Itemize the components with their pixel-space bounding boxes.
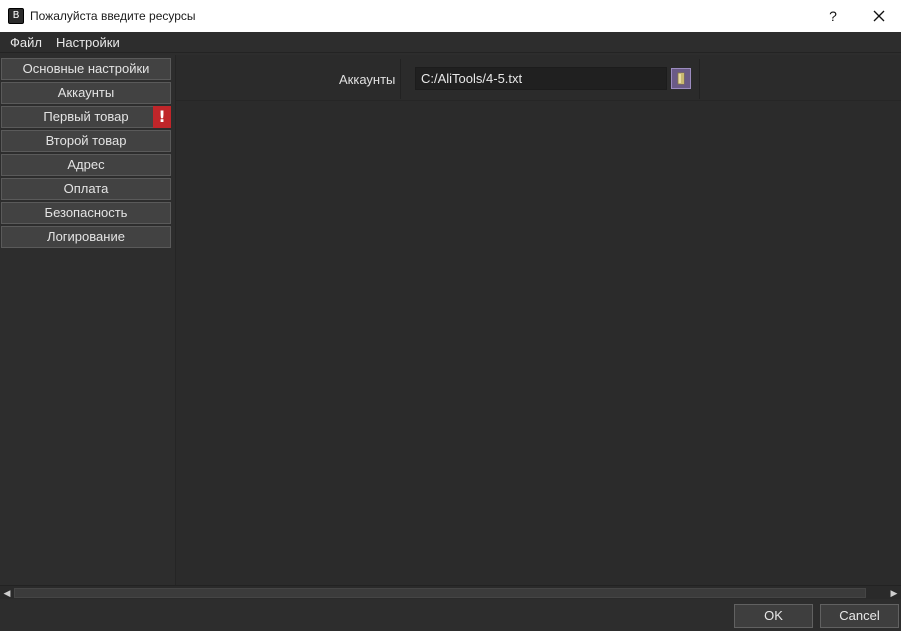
sidebar-item-address[interactable]: Адрес bbox=[1, 154, 171, 176]
dialog-footer: OK Cancel bbox=[0, 600, 901, 631]
menu-bar: Файл Настройки bbox=[0, 32, 901, 53]
scroll-thumb[interactable] bbox=[14, 588, 866, 598]
sidebar-item-logging[interactable]: Логирование bbox=[1, 226, 171, 248]
sidebar-item-accounts[interactable]: Аккаунты bbox=[1, 82, 171, 104]
accounts-path-input[interactable] bbox=[415, 67, 667, 90]
sidebar-item-payment[interactable]: Оплата bbox=[1, 178, 171, 200]
warning-icon: ! bbox=[153, 106, 171, 128]
sidebar-item-label: Первый товар bbox=[43, 109, 129, 124]
menu-file[interactable]: Файл bbox=[0, 32, 49, 53]
help-button[interactable]: ? bbox=[823, 6, 843, 26]
accounts-row: Аккаунты bbox=[176, 55, 901, 101]
menu-settings[interactable]: Настройки bbox=[49, 32, 127, 53]
sidebar-item-second-product[interactable]: Второй товар bbox=[1, 130, 171, 152]
content-panel: Аккаунты bbox=[175, 55, 901, 585]
browse-button[interactable] bbox=[671, 68, 691, 89]
folder-icon bbox=[677, 72, 685, 85]
horizontal-scrollbar[interactable]: ◀ ▶ bbox=[0, 585, 901, 599]
sidebar-item-security[interactable]: Безопасность bbox=[1, 202, 171, 224]
sidebar-item-first-product[interactable]: Первый товар ! bbox=[1, 106, 171, 128]
app-icon: B bbox=[8, 8, 24, 24]
cancel-button[interactable]: Cancel bbox=[820, 604, 899, 628]
ok-button[interactable]: OK bbox=[734, 604, 813, 628]
window-title: Пожалуйста введите ресурсы bbox=[30, 9, 196, 23]
close-icon bbox=[873, 10, 885, 22]
sidebar-item-main-settings[interactable]: Основные настройки bbox=[1, 58, 171, 80]
scroll-left-icon[interactable]: ◀ bbox=[0, 586, 14, 600]
scroll-right-icon[interactable]: ▶ bbox=[887, 586, 901, 600]
sidebar: Основные настройки Аккаунты Первый товар… bbox=[0, 55, 175, 585]
title-bar: B Пожалуйста введите ресурсы ? bbox=[0, 0, 901, 32]
accounts-label: Аккаунты bbox=[339, 72, 396, 87]
close-button[interactable] bbox=[869, 6, 889, 26]
